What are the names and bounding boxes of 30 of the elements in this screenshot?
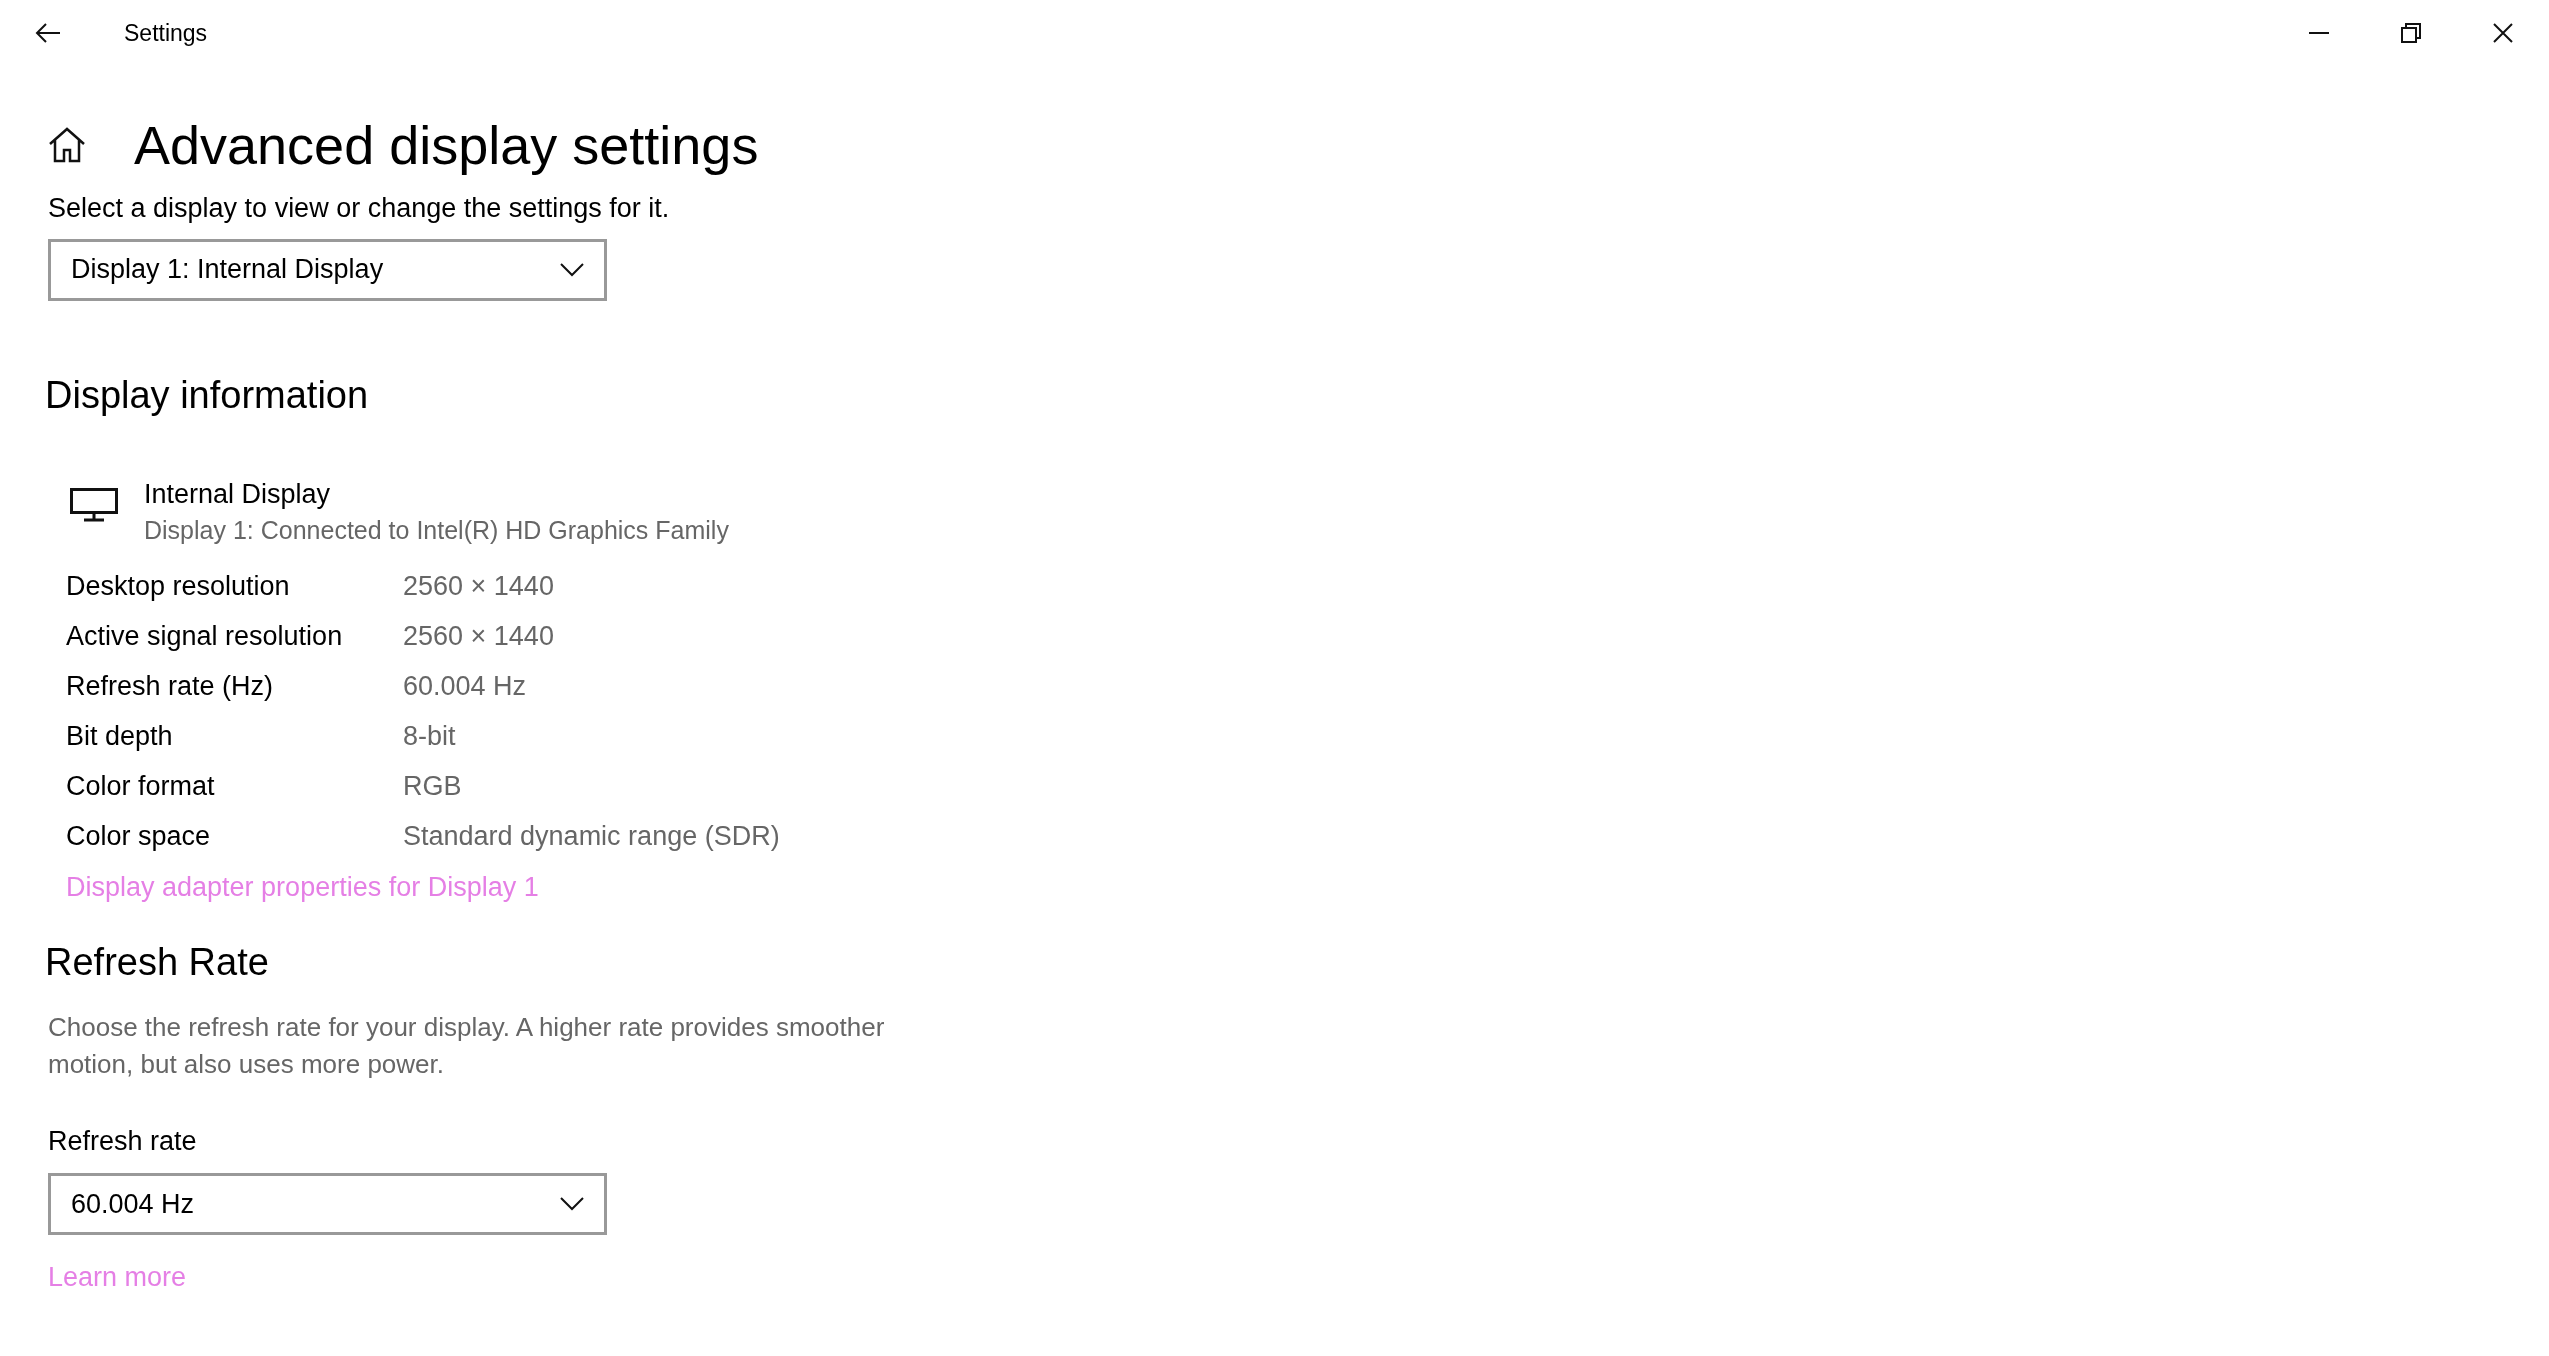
minimize-icon xyxy=(2309,32,2329,34)
info-label: Color format xyxy=(66,770,216,804)
monitor-icon xyxy=(70,487,118,522)
chevron-down-icon xyxy=(560,262,584,277)
back-arrow-icon xyxy=(34,21,62,45)
chevron-down-icon xyxy=(560,1197,584,1211)
info-value: RGB xyxy=(403,770,462,804)
display-dropdown[interactable]: Display 1: Internal Display xyxy=(48,238,607,301)
home-icon xyxy=(48,127,86,163)
section-heading: Refresh Rate xyxy=(45,939,270,985)
field-label: Refresh rate xyxy=(48,1124,198,1158)
info-label: Refresh rate (Hz) xyxy=(66,670,275,704)
info-label: Color space xyxy=(66,820,212,854)
info-value: 8-bit xyxy=(403,720,456,754)
info-value: 2560 × 1440 xyxy=(403,620,554,654)
close-icon xyxy=(2493,23,2513,43)
info-label: Desktop resolution xyxy=(66,570,291,604)
page-subtitle: Select a display to view or change the settings for it. xyxy=(48,192,671,225)
section-description: Choose the refresh rate for your display. A higher rate provides smoother motion, but also uses more power. xyxy=(48,1010,886,1081)
info-label: Bit depth xyxy=(66,720,174,754)
refresh-rate-dropdown[interactable]: 60.004 Hz xyxy=(48,1173,607,1235)
info-value: Standard dynamic range (SDR) xyxy=(403,820,780,854)
restore-icon xyxy=(2401,23,2421,43)
display-name: Internal Display xyxy=(144,477,332,511)
display-detail: Display 1: Connected to Intel(R) HD Graphics Family xyxy=(144,514,729,546)
info-value: 60.004 Hz xyxy=(403,670,527,704)
window-title: Settings xyxy=(124,18,208,48)
info-value: 2560 × 1440 xyxy=(403,570,554,604)
section-heading: Display information xyxy=(45,372,370,418)
info-label: Active signal resolution xyxy=(66,620,344,654)
